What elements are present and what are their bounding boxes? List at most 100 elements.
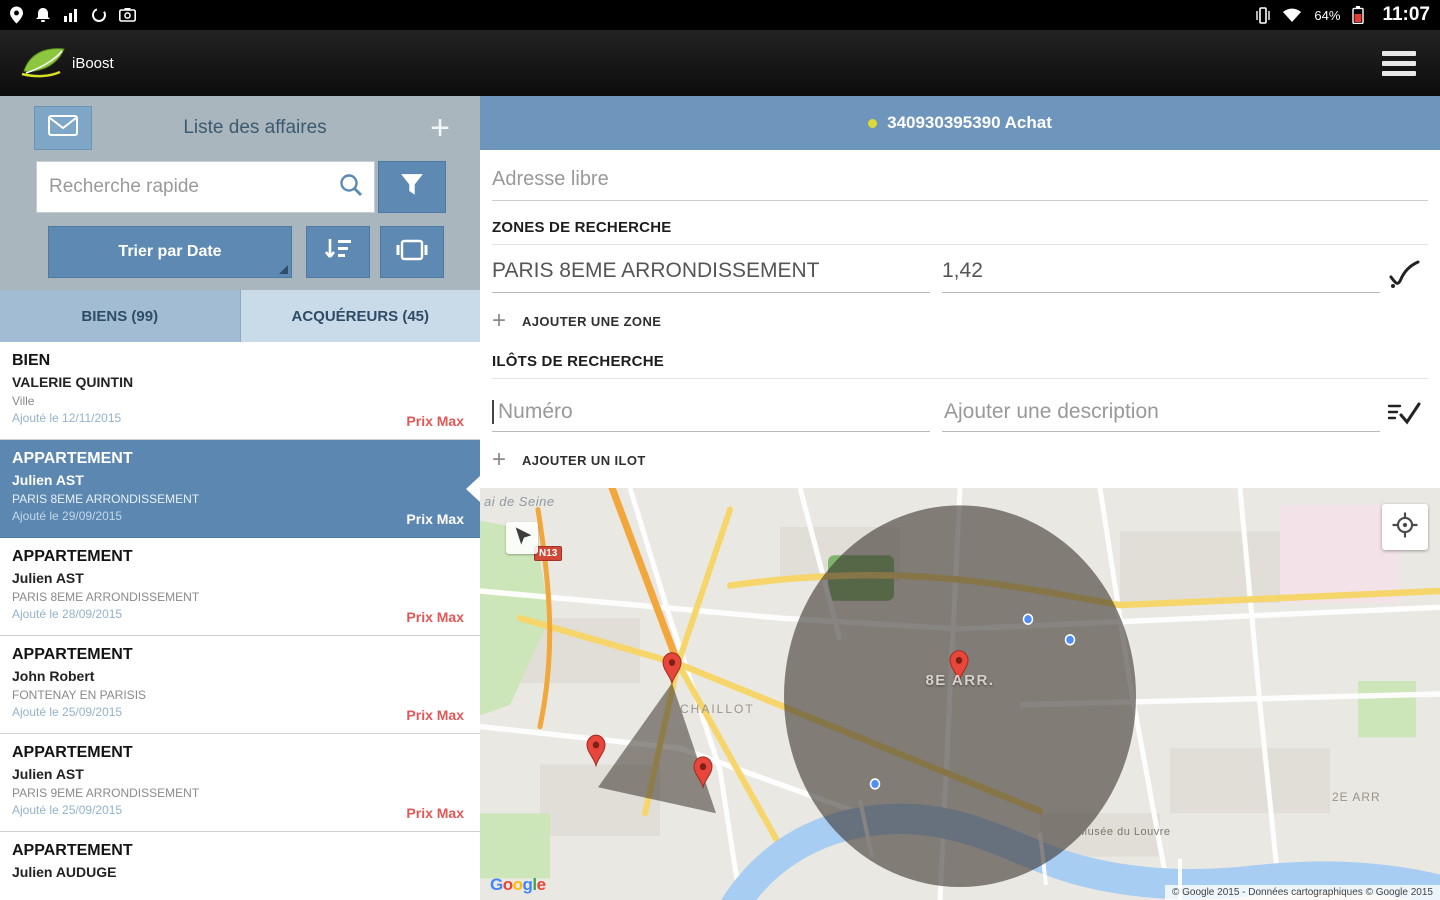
dropdown-corner-icon xyxy=(279,265,288,274)
draw-zone-icon[interactable] xyxy=(1380,259,1428,293)
item-location: Ville xyxy=(12,394,35,408)
item-type: APPARTEMENT xyxy=(12,450,133,467)
map-attribution: © Google 2015 - Données cartographiques … xyxy=(1164,885,1440,900)
funnel-icon xyxy=(399,172,425,203)
sort-descending-icon xyxy=(323,237,353,268)
map-canvas[interactable] xyxy=(480,488,1440,900)
item-type: APPARTEMENT xyxy=(12,842,133,859)
search-icon[interactable] xyxy=(338,172,364,203)
map-area-label: 2E ARR xyxy=(1332,790,1381,804)
sort-row: Trier par Date xyxy=(0,220,480,290)
item-name: John Robert xyxy=(12,668,95,684)
free-address-input[interactable] xyxy=(492,158,1428,200)
add-ilot-button[interactable]: + AJOUTER UN ILOT xyxy=(492,446,1428,474)
tab-biens[interactable]: BIENS (99) xyxy=(0,290,241,342)
add-affair-button[interactable]: + xyxy=(418,110,462,146)
zone-radius-field[interactable]: 1,42 xyxy=(942,259,1380,293)
item-date: Ajouté le 12/11/2015 xyxy=(12,411,122,425)
add-zone-label: AJOUTER UNE ZONE xyxy=(522,313,662,329)
carousel-view-icon xyxy=(396,238,428,267)
main-content: Liste des affaires + Recherche rapide Tr… xyxy=(0,96,1440,900)
sort-by-date-label: Trier par Date xyxy=(118,243,222,260)
item-name: VALERIE QUINTIN xyxy=(12,374,134,390)
numero-input[interactable] xyxy=(496,393,930,431)
app-logo: iBoost xyxy=(20,43,114,84)
item-location: FONTENAY EN PARISIS xyxy=(12,688,147,702)
item-type: APPARTEMENT xyxy=(12,646,133,663)
plus-icon: + xyxy=(492,446,507,473)
signal-icon xyxy=(63,8,79,22)
list-item[interactable]: APPARTEMENT John Robert FONTENAY EN PARI… xyxy=(0,636,480,734)
draw-ilot-icon[interactable] xyxy=(1380,400,1428,432)
sidebar-header-row: Liste des affaires + xyxy=(0,96,480,154)
status-right-icons: 64% 11:07 xyxy=(1256,4,1430,26)
app-title: iBoost xyxy=(72,54,114,72)
hamburger-menu-icon[interactable] xyxy=(1378,38,1420,89)
item-date: Ajouté le 25/09/2015 xyxy=(12,803,123,817)
clock: 11:07 xyxy=(1382,4,1430,25)
status-bar: 64% 11:07 xyxy=(0,0,1440,30)
zone-name-field[interactable]: PARIS 8EME ARRONDISSEMENT xyxy=(492,259,930,293)
item-location: PARIS 9EME ARRONDISSEMENT xyxy=(12,786,200,800)
mail-button[interactable] xyxy=(34,106,92,150)
item-type: APPARTEMENT xyxy=(12,548,133,565)
list-item-selected[interactable]: APPARTEMENT Julien AST PARIS 8EME ARROND… xyxy=(0,440,480,538)
filter-button[interactable] xyxy=(378,161,446,213)
tab-acquereurs[interactable]: ACQUÉREURS (45) xyxy=(240,290,480,342)
item-date: Ajouté le 25/09/2015 xyxy=(12,705,123,719)
pan-mode-button[interactable] xyxy=(506,522,538,554)
app-screen: 64% 11:07 iBoost Liste des affaires + Re… xyxy=(0,0,1440,900)
map-poi-label: Musée du Louvre xyxy=(1078,826,1171,838)
route-badge: N13 xyxy=(534,546,563,561)
status-dot-icon xyxy=(868,118,878,128)
item-name: Julien AST xyxy=(12,766,84,782)
address-row xyxy=(492,158,1428,201)
item-date: Ajouté le 28/09/2015 xyxy=(12,607,123,621)
google-logo: Google xyxy=(490,875,546,894)
item-location: PARIS 8EME ARRONDISSEMENT xyxy=(12,492,200,506)
detail-fields: ZONES DE RECHERCHE PARIS 8EME ARRONDISSE… xyxy=(480,150,1440,474)
battery-icon xyxy=(1352,6,1365,24)
list-item[interactable]: BIEN VALERIE QUINTIN Ville Ajouté le 12/… xyxy=(0,342,480,440)
add-zone-button[interactable]: + AJOUTER UNE ZONE xyxy=(492,307,1428,335)
map-area-label: CHAILLOT xyxy=(680,702,755,716)
location-icon xyxy=(10,6,23,24)
sync-icon xyxy=(91,7,107,23)
zone-row: PARIS 8EME ARRONDISSEMENT 1,42 xyxy=(492,259,1428,293)
app-bar: iBoost xyxy=(0,30,1440,96)
item-price: Prix Max xyxy=(406,707,464,723)
ilots-section-title: ILÔTS DE RECHERCHE xyxy=(492,353,1428,379)
affair-detail-panel: 340930395390 Achat ZONES DE RECHERCHE PA… xyxy=(480,96,1440,900)
item-price: Prix Max xyxy=(406,413,464,429)
search-box xyxy=(36,161,375,213)
list-item[interactable]: APPARTEMENT Julien AST PARIS 8EME ARROND… xyxy=(0,538,480,636)
battery-percent: 64% xyxy=(1314,7,1341,23)
add-ilot-label: AJOUTER UN ILOT xyxy=(522,452,646,468)
list-item[interactable]: APPARTEMENT Julien AST PARIS 9EME ARROND… xyxy=(0,734,480,832)
item-price: Prix Max xyxy=(406,511,464,527)
zones-section-title: ZONES DE RECHERCHE xyxy=(492,219,1428,245)
item-name: Julien AST xyxy=(12,472,84,488)
affair-header: 340930395390 Achat xyxy=(480,96,1440,150)
cursor-arrow-icon xyxy=(511,525,533,552)
sidebar-controls: Liste des affaires + Recherche rapide Tr… xyxy=(0,96,480,342)
affairs-list: BIEN VALERIE QUINTIN Ville Ajouté le 12/… xyxy=(0,342,480,900)
alarm-icon xyxy=(35,7,51,23)
search-row xyxy=(0,154,480,220)
sort-by-date-button[interactable]: Trier par Date xyxy=(48,226,292,278)
view-mode-button[interactable] xyxy=(380,226,444,278)
map-container[interactable]: 8E ARR. ai de Seine CHAILLOT 2E ARR Musé… xyxy=(480,488,1440,900)
sort-order-button[interactable] xyxy=(306,226,370,278)
description-input[interactable] xyxy=(942,393,1380,431)
text-cursor xyxy=(492,400,494,424)
item-date: Ajouté le 29/09/2015 xyxy=(12,509,123,523)
list-item[interactable]: APPARTEMENT Julien AUDUGE xyxy=(0,832,480,900)
sidebar-tabs: BIENS (99) ACQUÉREURS (45) xyxy=(0,290,480,342)
my-location-button[interactable] xyxy=(1382,504,1428,550)
item-price: Prix Max xyxy=(406,805,464,821)
search-input[interactable] xyxy=(47,175,338,199)
wifi-icon xyxy=(1282,8,1302,23)
item-name: Julien AUDUGE xyxy=(12,864,117,880)
affairs-sidebar: Liste des affaires + Recherche rapide Tr… xyxy=(0,96,480,900)
leaf-logo-icon xyxy=(20,43,66,84)
